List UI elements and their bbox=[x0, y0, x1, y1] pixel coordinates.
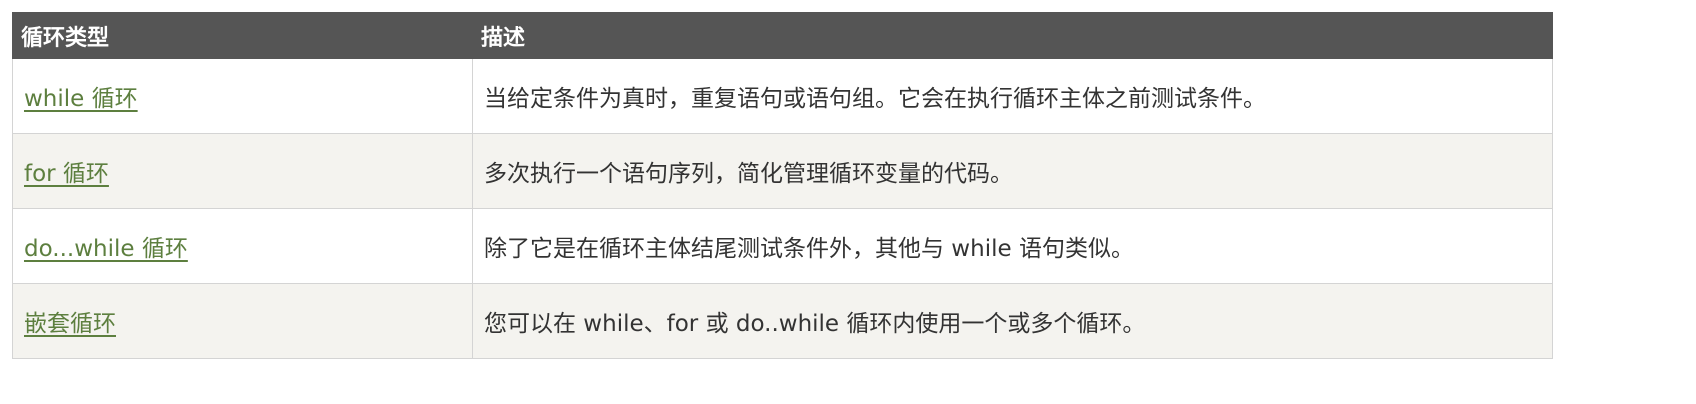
table-body: while 循环 当给定条件为真时，重复语句或语句组。它会在执行循环主体之前测试… bbox=[12, 58, 1553, 359]
header-loop-type: 循环类型 bbox=[12, 12, 473, 59]
table-header-row: 循环类型 描述 bbox=[12, 12, 1553, 59]
header-description: 描述 bbox=[472, 12, 1553, 59]
table-header: 循环类型 描述 bbox=[12, 12, 1553, 59]
do-while-loop-link[interactable]: do...while 循环 bbox=[24, 236, 188, 262]
for-loop-link[interactable]: for 循环 bbox=[24, 161, 109, 187]
table-row: while 循环 当给定条件为真时，重复语句或语句组。它会在执行循环主体之前测试… bbox=[12, 58, 1553, 134]
table-row: do...while 循环 除了它是在循环主体结尾测试条件外，其他与 while… bbox=[12, 208, 1553, 284]
table-row: for 循环 多次执行一个语句序列，简化管理循环变量的代码。 bbox=[12, 133, 1553, 209]
loop-types-table-wrapper: 循环类型 描述 while 循环 当给定条件为真时，重复语句或语句组。它会在执行… bbox=[12, 12, 1553, 359]
loop-type-cell: 嵌套循环 bbox=[12, 283, 473, 359]
description-cell: 除了它是在循环主体结尾测试条件外，其他与 while 语句类似。 bbox=[472, 208, 1553, 284]
description-cell: 当给定条件为真时，重复语句或语句组。它会在执行循环主体之前测试条件。 bbox=[472, 58, 1553, 134]
loop-type-cell: do...while 循环 bbox=[12, 208, 473, 284]
description-cell: 您可以在 while、for 或 do..while 循环内使用一个或多个循环。 bbox=[472, 283, 1553, 359]
while-loop-link[interactable]: while 循环 bbox=[24, 86, 138, 112]
table-row: 嵌套循环 您可以在 while、for 或 do..while 循环内使用一个或… bbox=[12, 283, 1553, 359]
loop-types-table: 循环类型 描述 while 循环 当给定条件为真时，重复语句或语句组。它会在执行… bbox=[12, 12, 1553, 359]
loop-type-cell: for 循环 bbox=[12, 133, 473, 209]
description-cell: 多次执行一个语句序列，简化管理循环变量的代码。 bbox=[472, 133, 1553, 209]
nested-loop-link[interactable]: 嵌套循环 bbox=[24, 311, 116, 337]
loop-type-cell: while 循环 bbox=[12, 58, 473, 134]
